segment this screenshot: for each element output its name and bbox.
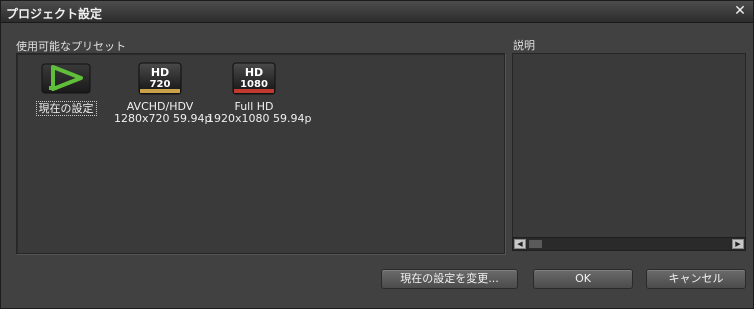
- preset-name: Full HD: [234, 100, 274, 113]
- hd1080-top-text: HD: [245, 66, 263, 79]
- hd1080-icon: HD 1080: [229, 61, 279, 95]
- hd720-icon: HD 720: [135, 61, 185, 95]
- scroll-thumb[interactable]: [528, 239, 543, 249]
- preset-item-current[interactable]: 現在の設定: [34, 61, 98, 116]
- preset-item-avchd-hdv[interactable]: HD 720 AVCHD/HDV 1280x720 59.94p: [114, 61, 212, 125]
- preset-name: AVCHD/HDV: [126, 100, 194, 113]
- hd1080-bottom-text: 1080: [240, 79, 268, 90]
- ok-button[interactable]: OK: [533, 269, 633, 289]
- current-settings-icon: [41, 61, 91, 95]
- change-current-settings-button[interactable]: 現在の設定を変更...: [381, 269, 518, 289]
- scroll-right-arrow-icon[interactable]: ▶: [732, 239, 744, 249]
- cancel-button[interactable]: キャンセル: [646, 269, 746, 289]
- close-icon[interactable]: ✕: [733, 4, 747, 18]
- project-settings-dialog: プロジェクト設定 ✕ 使用可能なプリセット 説明 現在の設定 HD 720 AV…: [0, 0, 754, 309]
- hd720-top-text: HD: [151, 66, 169, 79]
- preset-resolution: 1280x720 59.94p: [114, 112, 212, 125]
- preset-name: 現在の設定: [35, 101, 97, 116]
- title-bar: プロジェクト設定 ✕: [1, 1, 753, 23]
- scroll-left-arrow-icon[interactable]: ◀: [514, 239, 526, 249]
- description-horizontal-scrollbar[interactable]: ◀ ▶: [512, 237, 746, 251]
- description-panel: [512, 53, 746, 251]
- preset-item-full-hd[interactable]: HD 1080 Full HD 1920x1080 59.94p: [207, 61, 312, 125]
- description-label: 説明: [513, 39, 535, 52]
- hd720-bottom-text: 720: [150, 79, 171, 90]
- dialog-title: プロジェクト設定: [6, 7, 103, 21]
- presets-label: 使用可能なプリセット: [16, 40, 126, 53]
- preset-resolution: 1920x1080 59.94p: [207, 112, 312, 125]
